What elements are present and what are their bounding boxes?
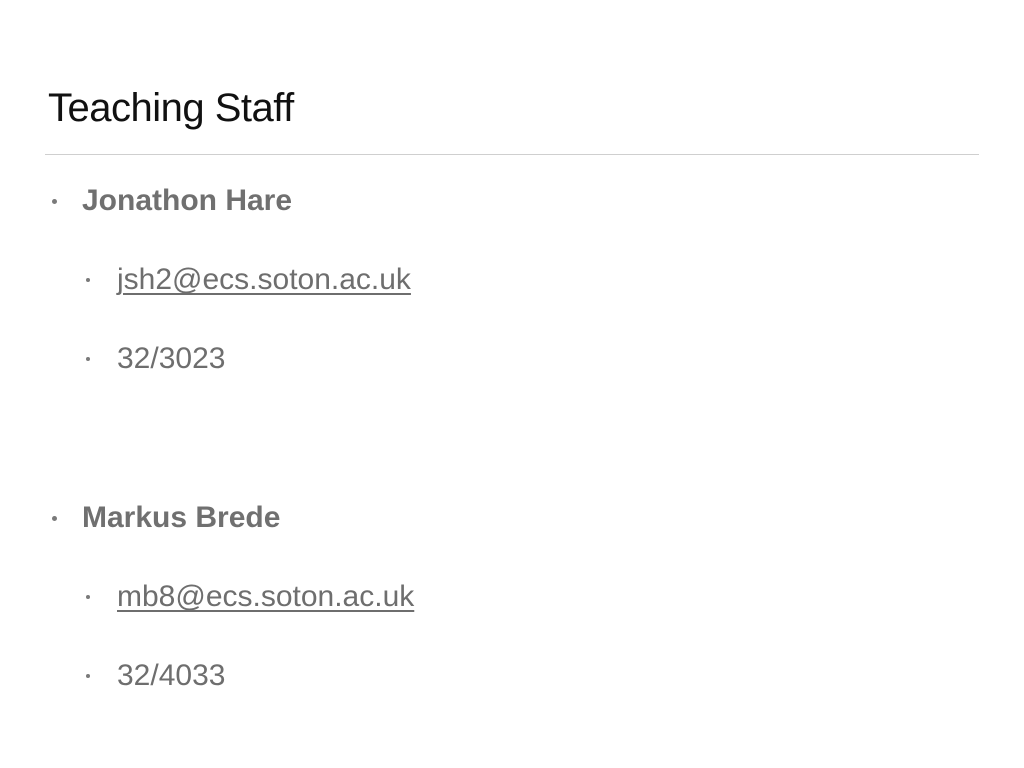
staff-name-item: Jonathon Hare xyxy=(52,181,292,221)
bullet-icon xyxy=(86,674,90,678)
bullet-icon xyxy=(52,198,57,204)
staff-email-item: mb8@ecs.soton.ac.uk xyxy=(86,577,414,617)
slide: Teaching Staff Jonathon Hare jsh2@ecs.so… xyxy=(0,0,1024,768)
staff-email-link[interactable]: jsh2@ecs.soton.ac.uk xyxy=(117,263,411,297)
staff-name-item: Markus Brede xyxy=(52,498,280,538)
staff-name: Jonathon Hare xyxy=(82,184,293,217)
staff-name: Markus Brede xyxy=(82,501,281,534)
staff-room-item: 32/3023 xyxy=(86,339,225,379)
staff-email-item: jsh2@ecs.soton.ac.uk xyxy=(86,260,411,300)
slide-title: Teaching Staff xyxy=(48,86,294,130)
staff-room: 32/4033 xyxy=(117,659,226,692)
staff-email-link[interactable]: mb8@ecs.soton.ac.uk xyxy=(117,580,414,614)
bullet-icon xyxy=(86,595,90,599)
bullet-icon xyxy=(52,515,57,521)
bullet-icon xyxy=(86,278,90,282)
staff-room-item: 32/4033 xyxy=(86,656,225,696)
title-divider xyxy=(45,154,979,155)
staff-room: 32/3023 xyxy=(117,342,226,375)
bullet-icon xyxy=(86,357,90,361)
